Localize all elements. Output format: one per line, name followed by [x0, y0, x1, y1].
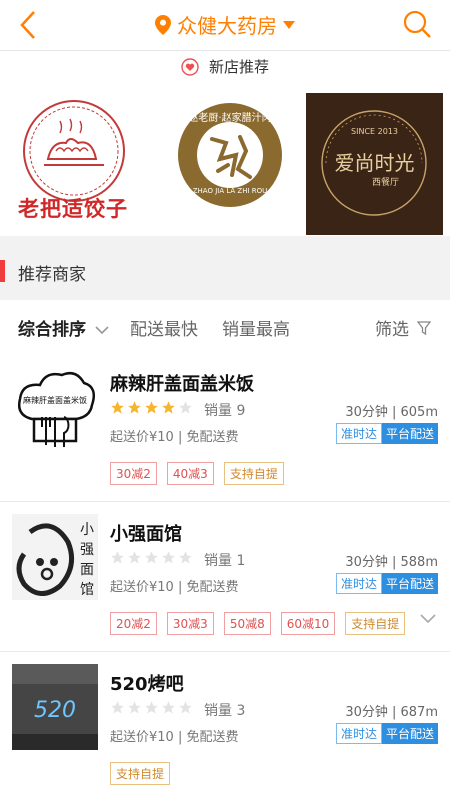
- store-logo-type: 西餐厅: [372, 178, 400, 188]
- star-icon: [162, 401, 175, 414]
- on-time-badge: 准时达: [335, 723, 382, 744]
- filter-button[interactable]: 筛选: [375, 315, 432, 340]
- location-pin-icon: [155, 14, 171, 35]
- shop-sales: 销量 9: [204, 403, 246, 419]
- filter-label: 筛选: [375, 320, 409, 340]
- shop-time-distance: 30分钟 | 588m: [345, 555, 438, 570]
- shop-time-distance: 30分钟 | 687m: [345, 705, 438, 720]
- on-time-badge: 准时达: [335, 573, 382, 594]
- store-logo-text: 老把适饺子: [18, 197, 128, 221]
- store-logo-text: 爱尚时光: [334, 151, 415, 175]
- rating-stars: [110, 700, 193, 715]
- pickup-tag: 支持自提: [223, 462, 284, 485]
- star-icon: [128, 551, 141, 564]
- store-logo-aishang[interactable]: SINCE 2013 爱尚时光 西餐厅: [306, 93, 443, 235]
- shop-time-distance: 30分钟 | 605m: [345, 405, 438, 420]
- shop-item[interactable]: 小强面馆 小强面馆 销量 1 30分钟 | 588m 起送价¥10 | 免配送费…: [0, 502, 450, 652]
- star-icon: [145, 401, 158, 414]
- section-header: 推荐商家: [0, 236, 450, 300]
- promo-tag: 50减8: [223, 612, 271, 635]
- heart-icon: [181, 57, 199, 76]
- filter-icon: [417, 321, 432, 336]
- shop-min-price: 起送价¥10 | 免配送费: [110, 730, 239, 745]
- promo-tags: 支持自提: [110, 762, 171, 785]
- star-icon: [162, 701, 175, 714]
- shop-name: 小强面馆: [110, 524, 182, 545]
- sort-fastest-tab[interactable]: 配送最快: [130, 315, 198, 340]
- star-icon: [128, 401, 141, 414]
- store-logo-zhaojia[interactable]: 赵老厨·赵家腊汁肉 ZHAO JIA LA ZHI ROU: [160, 93, 300, 235]
- store-selector[interactable]: 众健大药房: [0, 10, 450, 40]
- shop-logo: 小强面馆: [12, 514, 98, 600]
- shop-item[interactable]: 麻辣肝盖面盖米饭 麻辣肝盖面盖米饭 销量 9 30分钟 | 605m 起送价¥1…: [0, 352, 450, 502]
- store-logo-text: 赵老厨·赵家腊汁肉: [188, 113, 272, 124]
- store-logo-subtext: ZHAO JIA LA ZHI ROU: [192, 187, 268, 195]
- chevron-down-icon[interactable]: [420, 614, 436, 624]
- shop-logo: 520: [12, 664, 98, 750]
- top-bar: 众健大药房: [0, 0, 450, 51]
- star-icon: [179, 701, 192, 714]
- promo-tag: 40减3: [166, 462, 214, 485]
- new-stores-heading: 新店推荐: [0, 56, 450, 86]
- promo-tag: 30减2: [110, 462, 157, 485]
- sort-bar: 综合排序 配送最快 销量最高 筛选: [0, 300, 450, 353]
- shop-min-price: 起送价¥10 | 免配送费: [110, 580, 239, 595]
- page-title: 众健大药房: [177, 14, 277, 38]
- store-logo-since: SINCE 2013: [351, 127, 398, 136]
- shop-item[interactable]: 520 520烤吧 销量 3 30分钟 | 687m 起送价¥10 | 免配送费…: [0, 652, 450, 800]
- shop-sales: 销量 1: [204, 553, 246, 569]
- promo-tag: 30减3: [166, 612, 214, 635]
- rating-stars: [110, 550, 193, 565]
- star-icon: [145, 701, 158, 714]
- shop-name: 520烤吧: [110, 674, 184, 695]
- search-icon[interactable]: [402, 8, 432, 42]
- section-title: 推荐商家: [18, 265, 86, 285]
- promo-tags: 20减2 30减3 50减8 60减10 支持自提: [110, 612, 406, 635]
- star-icon: [145, 551, 158, 564]
- sort-overall-tab[interactable]: 综合排序: [18, 315, 109, 340]
- star-icon: [128, 701, 141, 714]
- shop-logo-text: 小强面馆: [80, 522, 94, 598]
- store-logo-laobashi[interactable]: 老把适饺子: [8, 93, 140, 235]
- shop-min-price: 起送价¥10 | 免配送费: [110, 430, 239, 445]
- on-time-badge: 准时达: [335, 423, 382, 444]
- pickup-tag: 支持自提: [345, 612, 406, 635]
- promo-tags: 30减2 40减3 支持自提: [110, 462, 284, 485]
- star-icon: [111, 701, 124, 714]
- sort-overall-label: 综合排序: [18, 320, 86, 340]
- chevron-down-icon: [95, 326, 109, 335]
- shop-logo-text: 520: [34, 698, 76, 723]
- platform-delivery-badge: 平台配送: [381, 423, 438, 444]
- star-icon: [162, 551, 175, 564]
- shop-name: 麻辣肝盖面盖米饭: [110, 374, 254, 395]
- shop-logo-text: 麻辣肝盖面盖米饭: [23, 396, 87, 405]
- star-icon: [111, 401, 124, 414]
- caret-down-icon: [283, 20, 295, 29]
- star-icon: [179, 551, 192, 564]
- shop-sales: 销量 3: [204, 703, 246, 719]
- sort-sales-tab[interactable]: 销量最高: [222, 315, 290, 340]
- platform-delivery-badge: 平台配送: [381, 573, 438, 594]
- new-stores-carousel: 老把适饺子 赵老厨·赵家腊汁肉 ZHAO JIA LA ZHI ROU SINC…: [0, 93, 450, 235]
- platform-delivery-badge: 平台配送: [381, 723, 438, 744]
- new-stores-title: 新店推荐: [208, 58, 269, 76]
- shop-logo: 麻辣肝盖面盖米饭: [12, 367, 98, 453]
- star-icon: [111, 551, 124, 564]
- promo-tag: 60减10: [280, 612, 336, 635]
- pickup-tag: 支持自提: [110, 762, 171, 785]
- section-accent-bar: [0, 260, 5, 282]
- promo-tag: 20减2: [110, 612, 157, 635]
- rating-stars: [110, 400, 193, 415]
- star-icon: [179, 401, 192, 414]
